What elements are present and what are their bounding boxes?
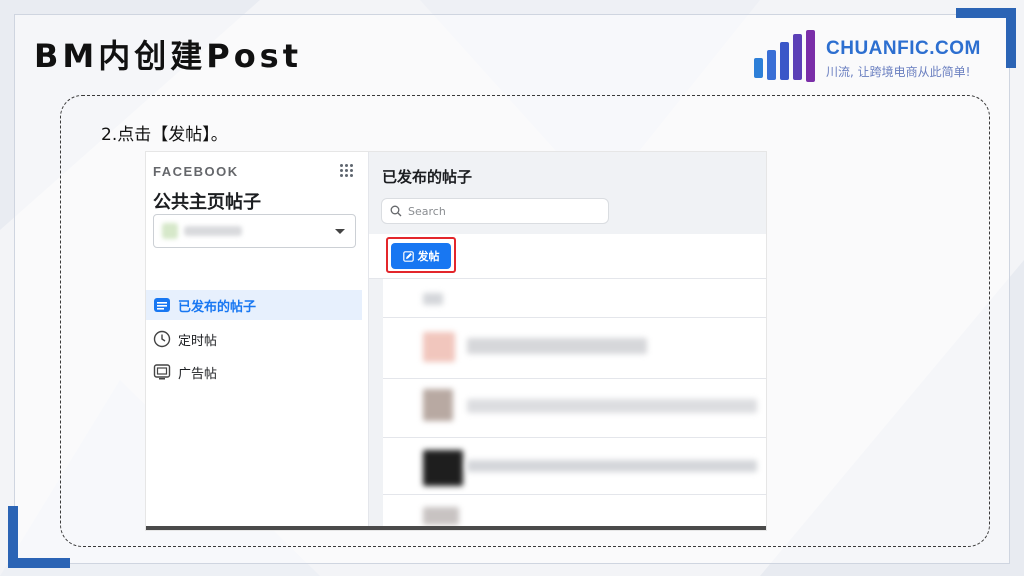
- search-placeholder: Search: [408, 204, 446, 218]
- search-input[interactable]: Search: [381, 198, 609, 224]
- nav-ad-posts[interactable]: 广告帖: [146, 357, 362, 387]
- page-selector[interactable]: [153, 214, 356, 248]
- fb-section-title: 公共主页帖子: [153, 192, 261, 213]
- logo-name: CHUANFIC.COM: [826, 38, 981, 59]
- nav-item-label: 已发布的帖子: [178, 299, 257, 315]
- slide-title: BM内创建Post: [34, 37, 303, 75]
- screenshot-bottom-edge: [146, 526, 766, 530]
- grid-dots-icon[interactable]: [340, 164, 354, 178]
- search-icon: [390, 205, 402, 217]
- step-instruction: 2.点击【发帖】。: [101, 125, 228, 145]
- chuanfic-logo: CHUANFIC.COM 川流, 让跨境电商从此简单!: [752, 30, 992, 86]
- fb-main-panel: 已发布的帖子 Search 发帖: [369, 152, 766, 530]
- list-icon: [154, 298, 170, 312]
- highlight-box: [386, 237, 456, 273]
- fb-main-title: 已发布的帖子: [382, 168, 473, 186]
- chevron-down-icon: [335, 229, 345, 234]
- logo-bars-icon: [754, 30, 815, 82]
- post-row[interactable]: [383, 279, 766, 318]
- fb-sidebar: FACEBOOK 公共主页帖子 已发布的帖子 定时帖 广告帖: [146, 152, 369, 526]
- post-row[interactable]: [383, 318, 766, 379]
- fb-brand: FACEBOOK: [153, 164, 239, 179]
- post-row[interactable]: [383, 438, 766, 495]
- nav-item-label: 定时帖: [178, 333, 218, 349]
- clock-icon: [153, 330, 171, 348]
- ad-screen-icon: [153, 364, 171, 380]
- post-row[interactable]: [383, 379, 766, 438]
- post-row[interactable]: [383, 495, 766, 530]
- logo-slogan: 川流, 让跨境电商从此简单!: [826, 65, 971, 79]
- page-name-blurred: [184, 226, 242, 236]
- nav-scheduled-posts[interactable]: 定时帖: [146, 324, 362, 354]
- page-avatar-blurred: [162, 223, 178, 239]
- nav-published-posts[interactable]: 已发布的帖子: [146, 290, 362, 320]
- facebook-screenshot: FACEBOOK 公共主页帖子 已发布的帖子 定时帖 广告帖 已发布的帖子 Se…: [146, 152, 766, 530]
- nav-item-label: 广告帖: [178, 366, 218, 382]
